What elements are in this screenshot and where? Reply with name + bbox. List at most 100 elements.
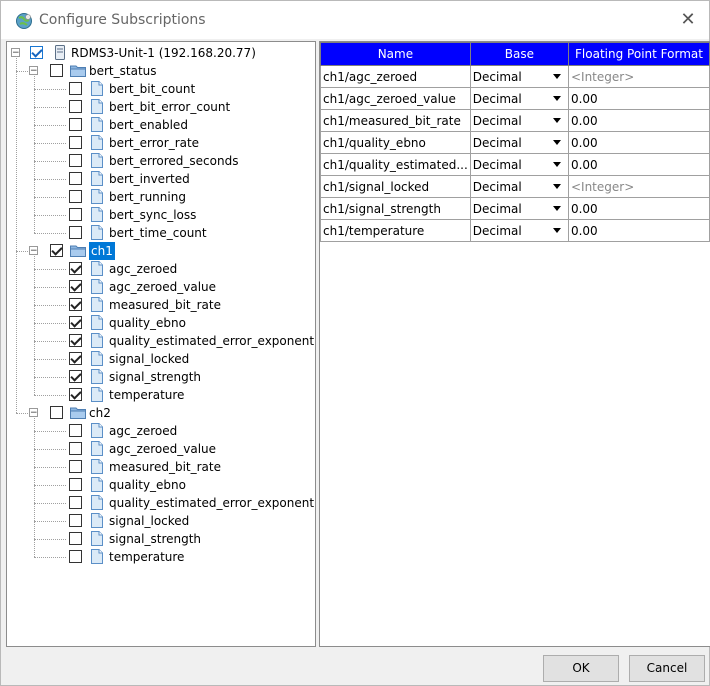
column-header-base[interactable]: Base: [469, 42, 569, 66]
tree-item[interactable]: signal_strength: [7, 530, 313, 548]
tree-item[interactable]: quality_estimated_error_exponent: [7, 494, 314, 512]
chevron-down-icon[interactable]: [552, 206, 561, 211]
tree-item[interactable]: temperature: [7, 548, 313, 566]
item-checkbox[interactable]: [69, 460, 82, 473]
item-checkbox[interactable]: [69, 298, 82, 311]
ok-button[interactable]: OK: [543, 655, 619, 682]
item-checkbox[interactable]: [69, 478, 82, 491]
subscription-tree[interactable]: − RDMS3-Unit-1 (192.168.20.77) − bert_statu…: [6, 41, 316, 647]
item-checkbox[interactable]: [69, 208, 82, 221]
format-cell[interactable]: <Integer>: [567, 65, 710, 88]
close-icon[interactable]: ✕: [677, 9, 699, 31]
chevron-down-icon[interactable]: [552, 96, 561, 101]
base-dropdown[interactable]: Decimal: [469, 109, 569, 132]
group-checkbox-ch2[interactable]: [50, 406, 63, 419]
row-name-cell[interactable]: ch1/agc_zeroed: [320, 65, 471, 88]
chevron-down-icon[interactable]: [552, 118, 561, 123]
item-checkbox[interactable]: [69, 496, 82, 509]
tree-item[interactable]: bert_sync_loss: [7, 206, 313, 224]
grid-row[interactable]: ch1/quality_estimated... Decimal 0.00: [320, 153, 710, 176]
tree-item[interactable]: signal_strength: [7, 368, 313, 386]
item-checkbox[interactable]: [69, 118, 82, 131]
tree-item[interactable]: bert_running: [7, 188, 313, 206]
item-checkbox[interactable]: [69, 532, 82, 545]
tree-root-row[interactable]: − RDMS3-Unit-1 (192.168.20.77): [7, 44, 313, 62]
format-cell[interactable]: 0.00: [567, 87, 710, 110]
group-label-ch2[interactable]: ch2: [89, 404, 111, 422]
group-checkbox-bert_status[interactable]: [50, 64, 63, 77]
row-name-cell[interactable]: ch1/signal_locked: [320, 175, 471, 198]
grid-row[interactable]: ch1/signal_strength Decimal 0.00: [320, 197, 710, 220]
grid-row[interactable]: ch1/agc_zeroed Decimal <Integer>: [320, 65, 710, 88]
item-checkbox[interactable]: [69, 100, 82, 113]
row-name-cell[interactable]: ch1/quality_estimated...: [320, 153, 471, 176]
tree-item[interactable]: bert_bit_error_count: [7, 98, 313, 116]
tree-item[interactable]: temperature: [7, 386, 313, 404]
item-checkbox[interactable]: [69, 370, 82, 383]
item-checkbox[interactable]: [69, 334, 82, 347]
root-checkbox[interactable]: [30, 46, 43, 59]
item-checkbox[interactable]: [69, 442, 82, 455]
format-cell[interactable]: 0.00: [567, 197, 710, 220]
tree-item[interactable]: bert_errored_seconds: [7, 152, 313, 170]
column-header-floating-point-format[interactable]: Floating Point Format: [567, 42, 710, 66]
chevron-down-icon[interactable]: [552, 184, 561, 189]
cancel-button[interactable]: Cancel: [629, 655, 705, 682]
collapse-ch1-icon[interactable]: −: [29, 246, 38, 256]
collapse-ch2-icon[interactable]: −: [29, 408, 38, 418]
grid-row[interactable]: ch1/temperature Decimal 0.00: [320, 219, 710, 242]
base-dropdown[interactable]: Decimal: [469, 197, 569, 220]
format-cell[interactable]: 0.00: [567, 109, 710, 132]
chevron-down-icon[interactable]: [552, 140, 561, 145]
item-checkbox[interactable]: [69, 82, 82, 95]
base-dropdown[interactable]: Decimal: [469, 175, 569, 198]
grid-row[interactable]: ch1/agc_zeroed_value Decimal 0.00: [320, 87, 710, 110]
item-checkbox[interactable]: [69, 550, 82, 563]
grid-row[interactable]: ch1/signal_locked Decimal <Integer>: [320, 175, 710, 198]
item-checkbox[interactable]: [69, 226, 82, 239]
tree-item[interactable]: agc_zeroed_value: [7, 278, 313, 296]
base-dropdown[interactable]: Decimal: [469, 87, 569, 110]
row-name-cell[interactable]: ch1/temperature: [320, 219, 471, 242]
group-label-bert_status[interactable]: bert_status: [89, 62, 157, 80]
tree-item[interactable]: bert_error_rate: [7, 134, 313, 152]
format-cell[interactable]: <Integer>: [567, 175, 710, 198]
row-name-cell[interactable]: ch1/signal_strength: [320, 197, 471, 220]
tree-item[interactable]: bert_inverted: [7, 170, 313, 188]
tree-group-ch1[interactable]: − ch1: [7, 242, 313, 260]
tree-item[interactable]: bert_bit_count: [7, 80, 313, 98]
tree-item[interactable]: agc_zeroed: [7, 260, 313, 278]
chevron-down-icon[interactable]: [552, 162, 561, 167]
chevron-down-icon[interactable]: [552, 74, 561, 79]
item-checkbox[interactable]: [69, 172, 82, 185]
item-checkbox[interactable]: [69, 424, 82, 437]
tree-item[interactable]: agc_zeroed_value: [7, 440, 313, 458]
tree-item[interactable]: quality_ebno: [7, 476, 313, 494]
tree-group-bert_status[interactable]: − bert_status: [7, 62, 313, 80]
format-cell[interactable]: 0.00: [567, 131, 710, 154]
row-name-cell[interactable]: ch1/agc_zeroed_value: [320, 87, 471, 110]
tree-item[interactable]: quality_estimated_error_exponent: [7, 332, 314, 350]
item-checkbox[interactable]: [69, 154, 82, 167]
item-checkbox[interactable]: [69, 190, 82, 203]
item-checkbox[interactable]: [69, 352, 82, 365]
base-dropdown[interactable]: Decimal: [469, 65, 569, 88]
chevron-down-icon[interactable]: [552, 228, 561, 233]
tree-item[interactable]: measured_bit_rate: [7, 458, 313, 476]
tree-item[interactable]: quality_ebno: [7, 314, 313, 332]
item-checkbox[interactable]: [69, 514, 82, 527]
column-header-name[interactable]: Name: [320, 42, 471, 66]
tree-item[interactable]: bert_time_count: [7, 224, 313, 242]
collapse-bert_status-icon[interactable]: −: [29, 66, 38, 76]
item-checkbox[interactable]: [69, 388, 82, 401]
tree-item[interactable]: measured_bit_rate: [7, 296, 313, 314]
format-cell[interactable]: 0.00: [567, 153, 710, 176]
base-dropdown[interactable]: Decimal: [469, 131, 569, 154]
tree-item[interactable]: signal_locked: [7, 350, 313, 368]
row-name-cell[interactable]: ch1/quality_ebno: [320, 131, 471, 154]
row-name-cell[interactable]: ch1/measured_bit_rate: [320, 109, 471, 132]
tree-item[interactable]: bert_enabled: [7, 116, 313, 134]
tree-item[interactable]: agc_zeroed: [7, 422, 313, 440]
group-checkbox-ch1[interactable]: [50, 244, 63, 257]
grid-row[interactable]: ch1/quality_ebno Decimal 0.00: [320, 131, 710, 154]
